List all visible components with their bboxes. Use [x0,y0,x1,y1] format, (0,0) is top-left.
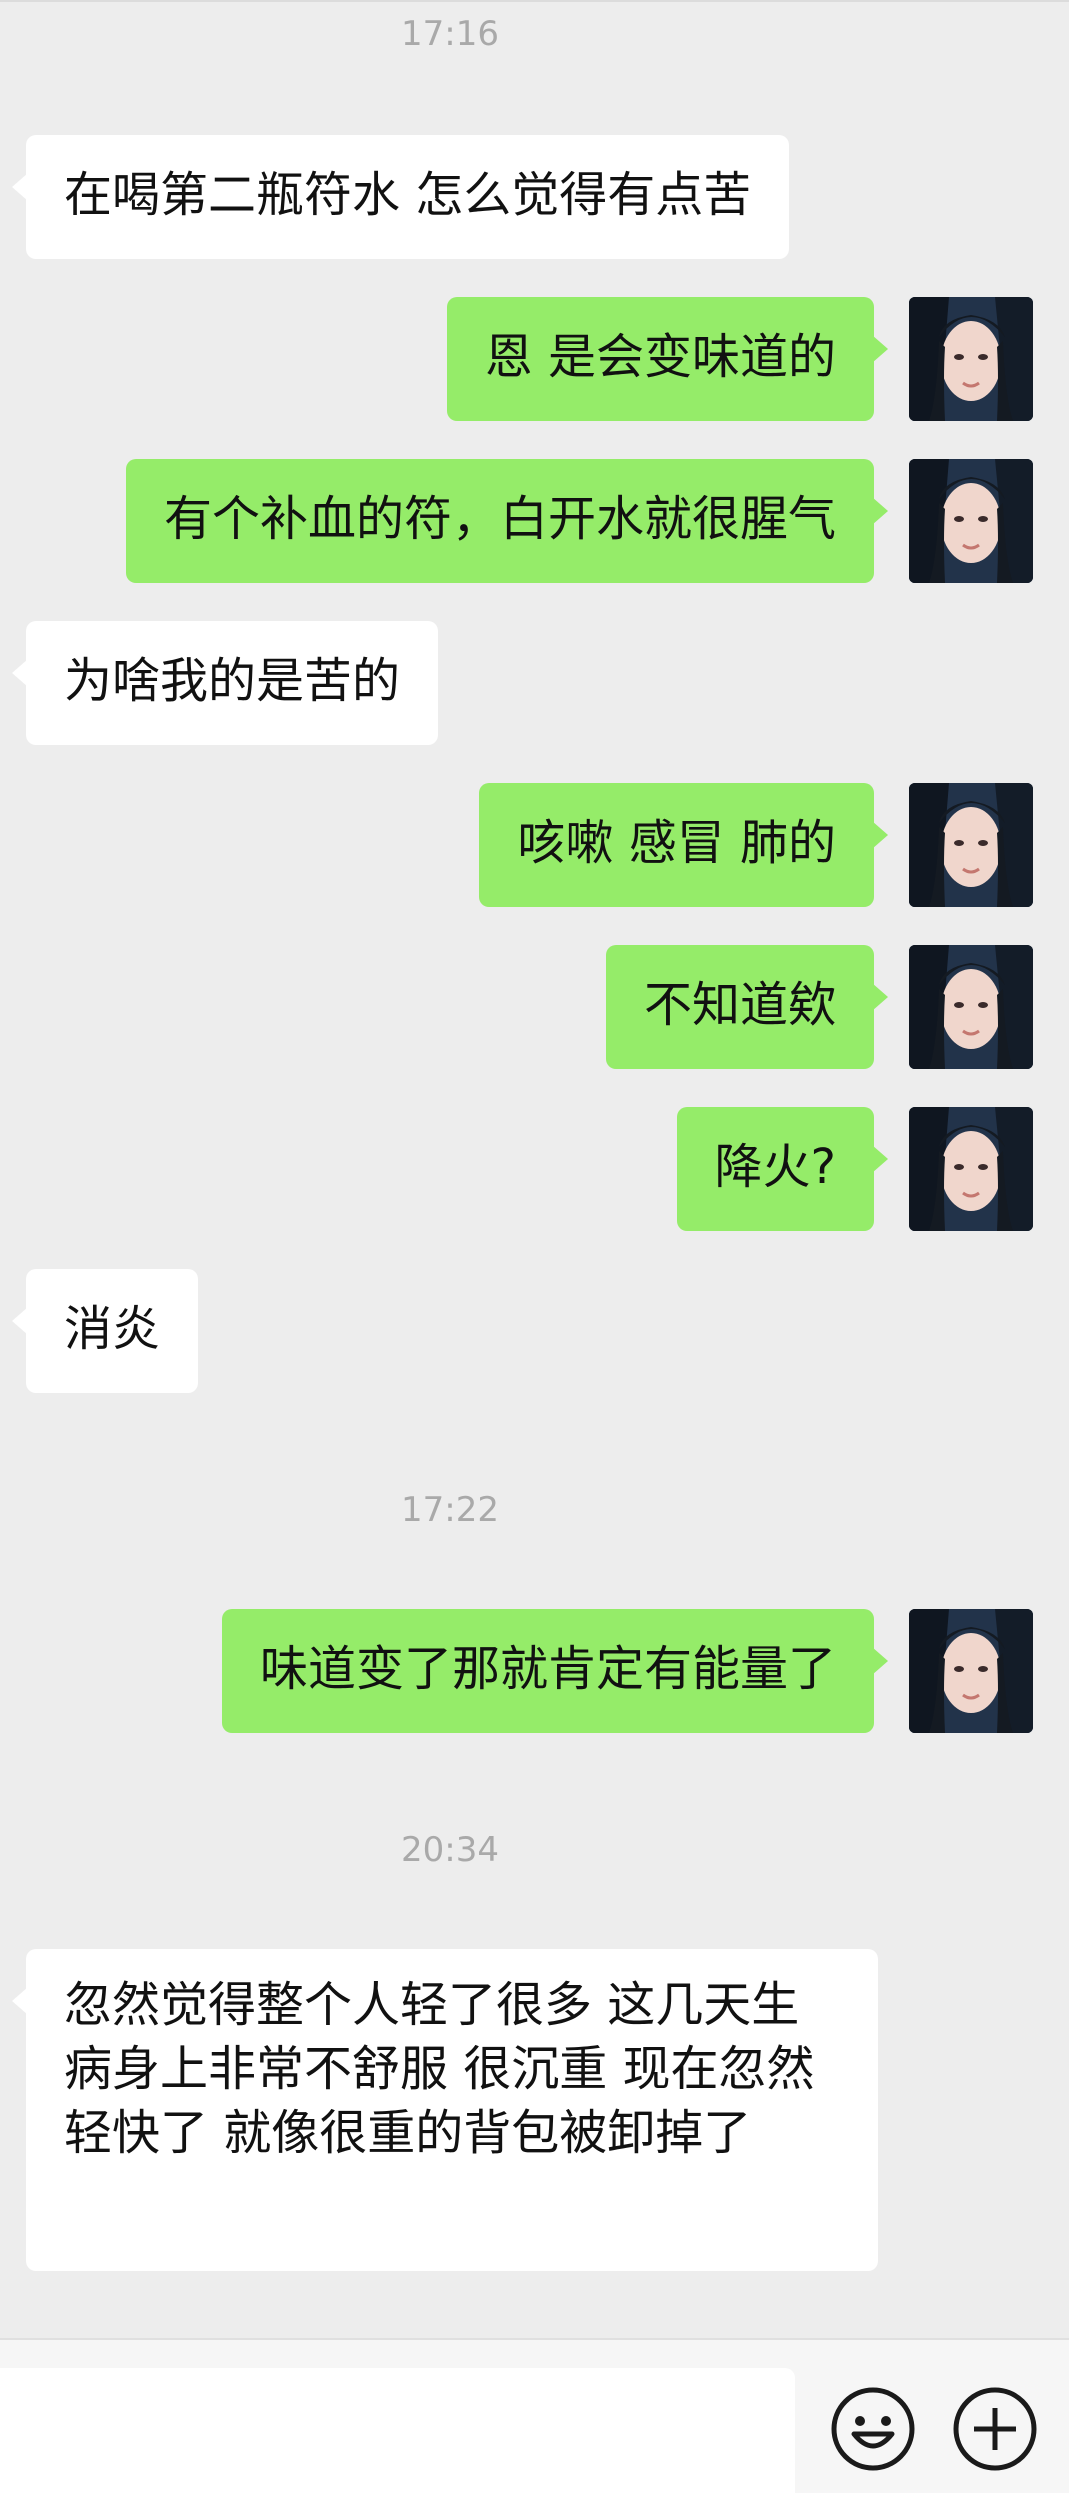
avatar-image [909,459,1033,583]
sent-message[interactable]: 降火? [676,1107,888,1231]
received-message[interactable]: 消炎 [12,1269,199,1393]
message-input[interactable] [0,2368,795,2493]
message-text: 在喝第二瓶符水 怎么觉得有点苦 [64,167,752,223]
plus-icon[interactable] [950,2384,1040,2474]
emoji-icon[interactable] [828,2384,918,2474]
avatar-image [909,1107,1033,1231]
message-text: 忽然觉得整个人轻了很多 这几天生病身上非常不舒服 很沉重 现在忽然轻快了 就像很… [64,1977,815,2161]
message-text: 有个补血的符，白开水就很腥气 [163,491,836,547]
avatar-image [909,297,1033,421]
avatar-image [909,945,1033,1069]
received-message[interactable]: 在喝第二瓶符水 怎么觉得有点苦 [12,135,790,259]
received-message[interactable]: 为啥我的是苦的 [12,621,439,745]
timestamp: 17:16 [401,14,499,54]
sent-message[interactable]: 咳嗽 感冒 肺的 [479,783,888,907]
timestamp: 17:22 [401,1490,499,1530]
sent-message[interactable]: 味道变了那就肯定有能量了 [221,1609,888,1733]
top-divider [0,0,1069,2]
sent-message[interactable]: 有个补血的符，白开水就很腥气 [125,459,888,583]
message-text: 为啥我的是苦的 [64,653,401,709]
sent-message[interactable]: 不知道欸 [605,945,888,1069]
message-text: 味道变了那就肯定有能量了 [259,1641,836,1697]
message-text: 降火? [714,1139,836,1195]
avatar[interactable] [909,459,1033,583]
avatar[interactable] [909,1107,1033,1231]
message-text: 不知道欸 [643,977,836,1033]
message-text: 咳嗽 感冒 肺的 [517,815,836,871]
timestamp: 20:34 [401,1830,499,1870]
message-text: 恩 是会变味道的 [484,329,836,385]
avatar-image [909,783,1033,907]
avatar[interactable] [909,297,1033,421]
avatar[interactable] [909,783,1033,907]
message-text: 消炎 [64,1301,161,1357]
received-message[interactable]: 忽然觉得整个人轻了很多 这几天生病身上非常不舒服 很沉重 现在忽然轻快了 就像很… [12,1949,878,2271]
sent-message[interactable]: 恩 是会变味道的 [446,297,888,421]
avatar[interactable] [909,945,1033,1069]
input-bar [0,2338,1069,2493]
avatar-image [909,1609,1033,1733]
avatar[interactable] [909,1609,1033,1733]
